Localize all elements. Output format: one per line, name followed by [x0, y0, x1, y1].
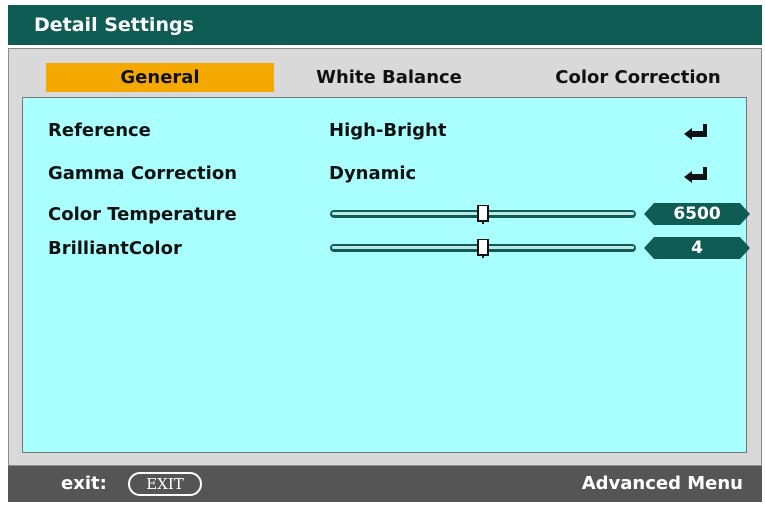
enter-arrow-icon[interactable]	[683, 166, 709, 184]
color-temperature-slider[interactable]	[330, 205, 636, 225]
setting-label: Gamma Correction	[48, 163, 238, 184]
advanced-menu-label: Advanced Menu	[581, 473, 743, 494]
setting-row-brilliantcolor[interactable]: BrilliantColor 4	[23, 232, 750, 266]
setting-value: Dynamic	[329, 163, 417, 184]
color-temperature-value: 6500	[673, 204, 721, 224]
tab-general[interactable]: General	[46, 63, 274, 92]
exit-label: exit:	[61, 473, 107, 494]
exit-button[interactable]: EXIT	[128, 472, 202, 496]
setting-row-reference[interactable]: Reference High-Bright	[23, 114, 746, 148]
menu-title: Detail Settings	[8, 5, 762, 45]
tab-white-balance[interactable]: White Balance	[294, 63, 484, 92]
setting-label: Reference	[48, 120, 151, 141]
tab-color-correction[interactable]: Color Correction	[529, 63, 747, 92]
brilliantcolor-value: 4	[691, 238, 703, 258]
osd-menu-window: Detail Settings General White Balance Co…	[0, 0, 765, 506]
footer-bar: exit: EXIT Advanced Menu	[8, 466, 762, 502]
color-temperature-value-badge: 6500	[644, 203, 750, 225]
setting-row-color-temperature[interactable]: Color Temperature 6500	[23, 198, 750, 232]
setting-value: High-Bright	[329, 120, 447, 141]
settings-panel: General White Balance Color Correction R…	[8, 48, 762, 466]
enter-arrow-icon[interactable]	[683, 123, 709, 141]
brilliantcolor-slider[interactable]	[330, 239, 636, 259]
setting-label: Color Temperature	[48, 204, 237, 225]
brilliantcolor-value-badge: 4	[644, 237, 750, 259]
settings-content: Reference High-Bright Gamma Correction D…	[22, 97, 750, 453]
setting-label: BrilliantColor	[48, 238, 182, 259]
setting-row-gamma-correction[interactable]: Gamma Correction Dynamic	[23, 157, 746, 191]
